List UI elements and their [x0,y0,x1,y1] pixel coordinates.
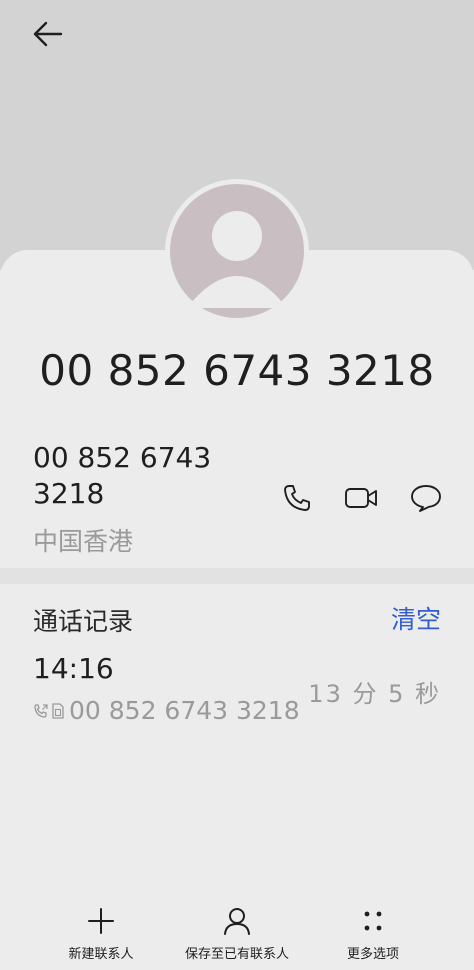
phone-number-line1: 00 852 6743 [33,441,212,474]
more-options-button[interactable]: 更多选项 [303,895,443,965]
new-contact-label: 新建联系人 [68,947,134,962]
more-dots-icon [364,911,382,931]
avatar[interactable] [165,179,309,323]
phone-icon [284,485,310,511]
video-call-button[interactable] [343,480,379,516]
save-to-existing-contact-label: 保存至已有联系人 [184,947,289,962]
message-button[interactable] [408,480,444,516]
default-person-icon [170,184,304,318]
message-icon [411,485,441,512]
call-log-entry[interactable]: 00 852 6743 3218 [33,696,300,725]
new-contact-button[interactable]: 新建联系人 [31,895,171,965]
section-divider [0,568,474,584]
phone-number-line2: 3218 [33,477,105,510]
video-call-icon [345,488,377,508]
plus-icon [88,908,114,934]
contact-title-number: 00 852 6743 3218 [39,346,435,395]
outgoing-call-icon [34,703,48,718]
phone-region: 中国香港 [33,527,134,556]
clear-call-log-button[interactable]: 清空 [391,600,441,636]
arrow-left-icon [33,21,63,47]
sim-card-icon [52,702,64,719]
call-log-time: 14:16 [33,652,114,685]
call-log-duration: 13 分 5 秒 [308,680,441,708]
call-button[interactable] [279,480,315,516]
phone-number[interactable]: 00 852 6743 3218 [33,440,233,512]
more-options-label: 更多选项 [346,947,399,962]
bottom-action-bar: 新建联系人 保存至已有联系人 更多选项 [0,895,474,970]
back-button[interactable] [24,14,72,54]
save-to-existing-contact-button[interactable]: 保存至已有联系人 [167,895,307,965]
person-icon [224,908,250,935]
call-log-number: 00 852 6743 3218 [69,696,300,725]
call-log-title: 通话记录 [33,607,134,636]
